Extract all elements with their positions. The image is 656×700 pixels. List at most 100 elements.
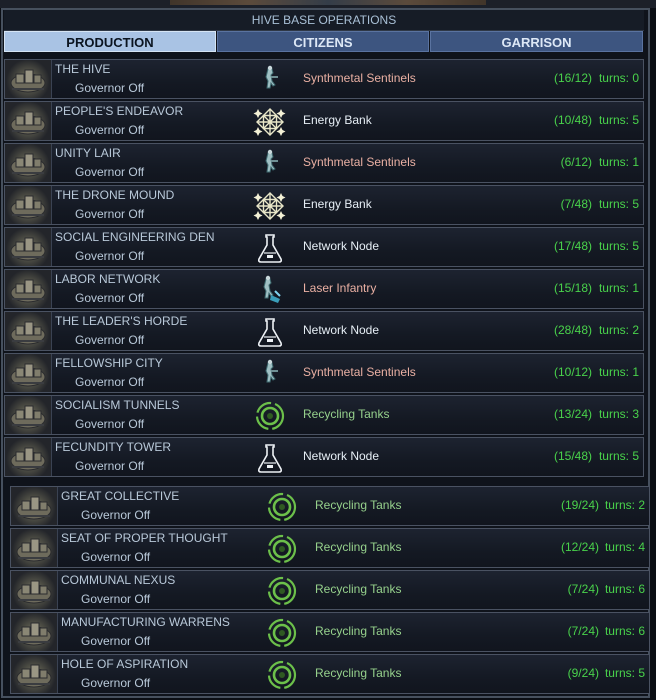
base-portrait-icon[interactable] bbox=[5, 354, 52, 392]
window-title: HIVE BASE OPERATIONS bbox=[4, 10, 644, 31]
governor-status[interactable]: Governor Off bbox=[81, 508, 150, 522]
base-name[interactable]: THE LEADER'S HORDE bbox=[55, 314, 187, 328]
base-name[interactable]: UNITY LAIR bbox=[55, 146, 121, 160]
governor-status[interactable]: Governor Off bbox=[81, 676, 150, 690]
turns-remaining: turns: 2 bbox=[604, 498, 645, 512]
base-row[interactable]: HOLE OF ASPIRATION Governor Off Recycling … bbox=[10, 654, 650, 694]
production-progress: (7/48) bbox=[560, 197, 592, 211]
production-progress: (10/12) bbox=[553, 365, 592, 379]
base-row[interactable]: GREAT COLLECTIVE Governor Off Recycling Ta… bbox=[10, 486, 650, 526]
base-name[interactable]: LABOR NETWORK bbox=[55, 272, 160, 286]
governor-status[interactable]: Governor Off bbox=[75, 459, 144, 473]
flask-icon bbox=[253, 231, 287, 265]
turns-remaining: turns: 1 bbox=[598, 365, 639, 379]
base-row[interactable]: COMMUNAL NEXUS Governor Off Recycling Tank… bbox=[10, 570, 650, 610]
production-item[interactable]: Network Node bbox=[303, 449, 379, 463]
production-item[interactable]: Recycling Tanks bbox=[315, 624, 401, 638]
production-progress: (28/48) bbox=[553, 323, 592, 337]
base-name[interactable]: FECUNDITY TOWER bbox=[55, 440, 171, 454]
production-item[interactable]: Network Node bbox=[303, 323, 379, 337]
base-name[interactable]: SOCIAL ENGINEERING DEN bbox=[55, 230, 215, 244]
base-row[interactable]: THE LEADER'S HORDE Governor Off Network No… bbox=[4, 311, 644, 351]
recycling-tanks-icon bbox=[253, 399, 287, 433]
production-item[interactable]: Synthmetal Sentinels bbox=[303, 155, 416, 169]
base-portrait-icon[interactable] bbox=[5, 270, 52, 308]
production-item[interactable]: Recycling Tanks bbox=[303, 407, 389, 421]
production-item[interactable]: Recycling Tanks bbox=[315, 582, 401, 596]
production-item[interactable]: Recycling Tanks bbox=[315, 540, 401, 554]
production-item[interactable]: Recycling Tanks bbox=[315, 498, 401, 512]
base-row[interactable]: FELLOWSHIP CITY Governor Off Synthmetal Se… bbox=[4, 353, 644, 393]
base-name[interactable]: GREAT COLLECTIVE bbox=[61, 489, 179, 503]
base-portrait-icon[interactable] bbox=[5, 144, 52, 182]
base-portrait-icon[interactable] bbox=[5, 438, 52, 476]
base-row[interactable]: UNITY LAIR Governor Off Synthmetal Sentine… bbox=[4, 143, 644, 183]
governor-status[interactable]: Governor Off bbox=[75, 375, 144, 389]
production-item[interactable]: Recycling Tanks bbox=[315, 666, 401, 680]
base-portrait-icon[interactable] bbox=[11, 487, 58, 525]
base-portrait-icon[interactable] bbox=[5, 312, 52, 350]
base-row[interactable]: SOCIAL ENGINEERING DEN Governor Off Networ… bbox=[4, 227, 644, 267]
production-progress: (12/24) bbox=[560, 540, 599, 554]
base-row[interactable]: PEOPLE'S ENDEAVOR Governor Off Energy Bank… bbox=[4, 101, 644, 141]
governor-status[interactable]: Governor Off bbox=[75, 81, 144, 95]
base-name[interactable]: COMMUNAL NEXUS bbox=[61, 573, 175, 587]
production-item[interactable]: Synthmetal Sentinels bbox=[303, 71, 416, 85]
production-item[interactable]: Network Node bbox=[303, 239, 379, 253]
production-progress: (7/24) bbox=[567, 624, 599, 638]
base-portrait-icon[interactable] bbox=[5, 396, 52, 434]
turns-remaining: turns: 1 bbox=[598, 281, 639, 295]
governor-status[interactable]: Governor Off bbox=[75, 333, 144, 347]
governor-status[interactable]: Governor Off bbox=[75, 417, 144, 431]
base-row[interactable]: FECUNDITY TOWER Governor Off Network Node (… bbox=[4, 437, 644, 477]
base-name[interactable]: SOCIALISM TUNNELS bbox=[55, 398, 179, 412]
governor-status[interactable]: Governor Off bbox=[75, 249, 144, 263]
base-portrait-icon[interactable] bbox=[5, 102, 52, 140]
base-row[interactable]: THE DRONE MOUND Governor Off Energy Bank (7… bbox=[4, 185, 644, 225]
governor-status[interactable]: Governor Off bbox=[81, 550, 150, 564]
governor-status[interactable]: Governor Off bbox=[75, 165, 144, 179]
production-item[interactable]: Laser Infantry bbox=[303, 281, 376, 295]
base-row[interactable]: THE HIVE Governor Off Synthmetal Sentinels… bbox=[4, 59, 644, 99]
tab-citizens[interactable]: CITIZENS bbox=[217, 31, 429, 52]
base-row[interactable]: LABOR NETWORK Governor Off Laser Infantry (… bbox=[4, 269, 644, 309]
base-name[interactable]: HOLE OF ASPIRATION bbox=[61, 657, 188, 671]
production-item[interactable]: Synthmetal Sentinels bbox=[303, 365, 416, 379]
base-portrait-icon[interactable] bbox=[5, 186, 52, 224]
base-portrait-icon[interactable] bbox=[5, 228, 52, 266]
base-name[interactable]: THE HIVE bbox=[55, 62, 110, 76]
base-portrait-icon[interactable] bbox=[11, 529, 58, 567]
governor-status[interactable]: Governor Off bbox=[81, 592, 150, 606]
production-progress: (16/12) bbox=[553, 71, 592, 85]
turns-remaining: turns: 5 bbox=[598, 197, 639, 211]
governor-status[interactable]: Governor Off bbox=[75, 123, 144, 137]
production-item[interactable]: Energy Bank bbox=[303, 197, 372, 211]
flask-icon bbox=[253, 441, 287, 475]
governor-status[interactable]: Governor Off bbox=[81, 634, 150, 648]
base-name[interactable]: THE DRONE MOUND bbox=[55, 188, 174, 202]
base-name[interactable]: PEOPLE'S ENDEAVOR bbox=[55, 104, 183, 118]
production-progress: (9/24) bbox=[567, 666, 599, 680]
recycling-tanks-icon bbox=[265, 616, 299, 650]
production-progress: (13/24) bbox=[553, 407, 592, 421]
base-row[interactable]: SEAT OF PROPER THOUGHT Governor Off Recycl… bbox=[10, 528, 650, 568]
base-portrait-icon[interactable] bbox=[11, 613, 58, 651]
base-row[interactable]: MANUFACTURING WARRENS Governor Off Recycli… bbox=[10, 612, 650, 652]
base-portrait-icon[interactable] bbox=[11, 655, 58, 693]
base-row[interactable]: SOCIALISM TUNNELS Governor Off Recycling T… bbox=[4, 395, 644, 435]
governor-status[interactable]: Governor Off bbox=[75, 291, 144, 305]
base-name[interactable]: FELLOWSHIP CITY bbox=[55, 356, 163, 370]
base-portrait-icon[interactable] bbox=[5, 60, 52, 98]
base-portrait-icon[interactable] bbox=[11, 571, 58, 609]
turns-remaining: turns: 2 bbox=[598, 323, 639, 337]
governor-status[interactable]: Governor Off bbox=[75, 207, 144, 221]
tab-production[interactable]: PRODUCTION bbox=[4, 31, 216, 52]
base-name[interactable]: MANUFACTURING WARRENS bbox=[61, 615, 230, 629]
base-name[interactable]: SEAT OF PROPER THOUGHT bbox=[61, 531, 228, 545]
turns-remaining: turns: 5 bbox=[598, 113, 639, 127]
tab-garrison[interactable]: GARRISON bbox=[430, 31, 643, 52]
infantry-unit-icon bbox=[253, 63, 287, 97]
production-progress: (6/12) bbox=[560, 155, 592, 169]
infantry-unit-icon bbox=[253, 357, 287, 391]
production-item[interactable]: Energy Bank bbox=[303, 113, 372, 127]
